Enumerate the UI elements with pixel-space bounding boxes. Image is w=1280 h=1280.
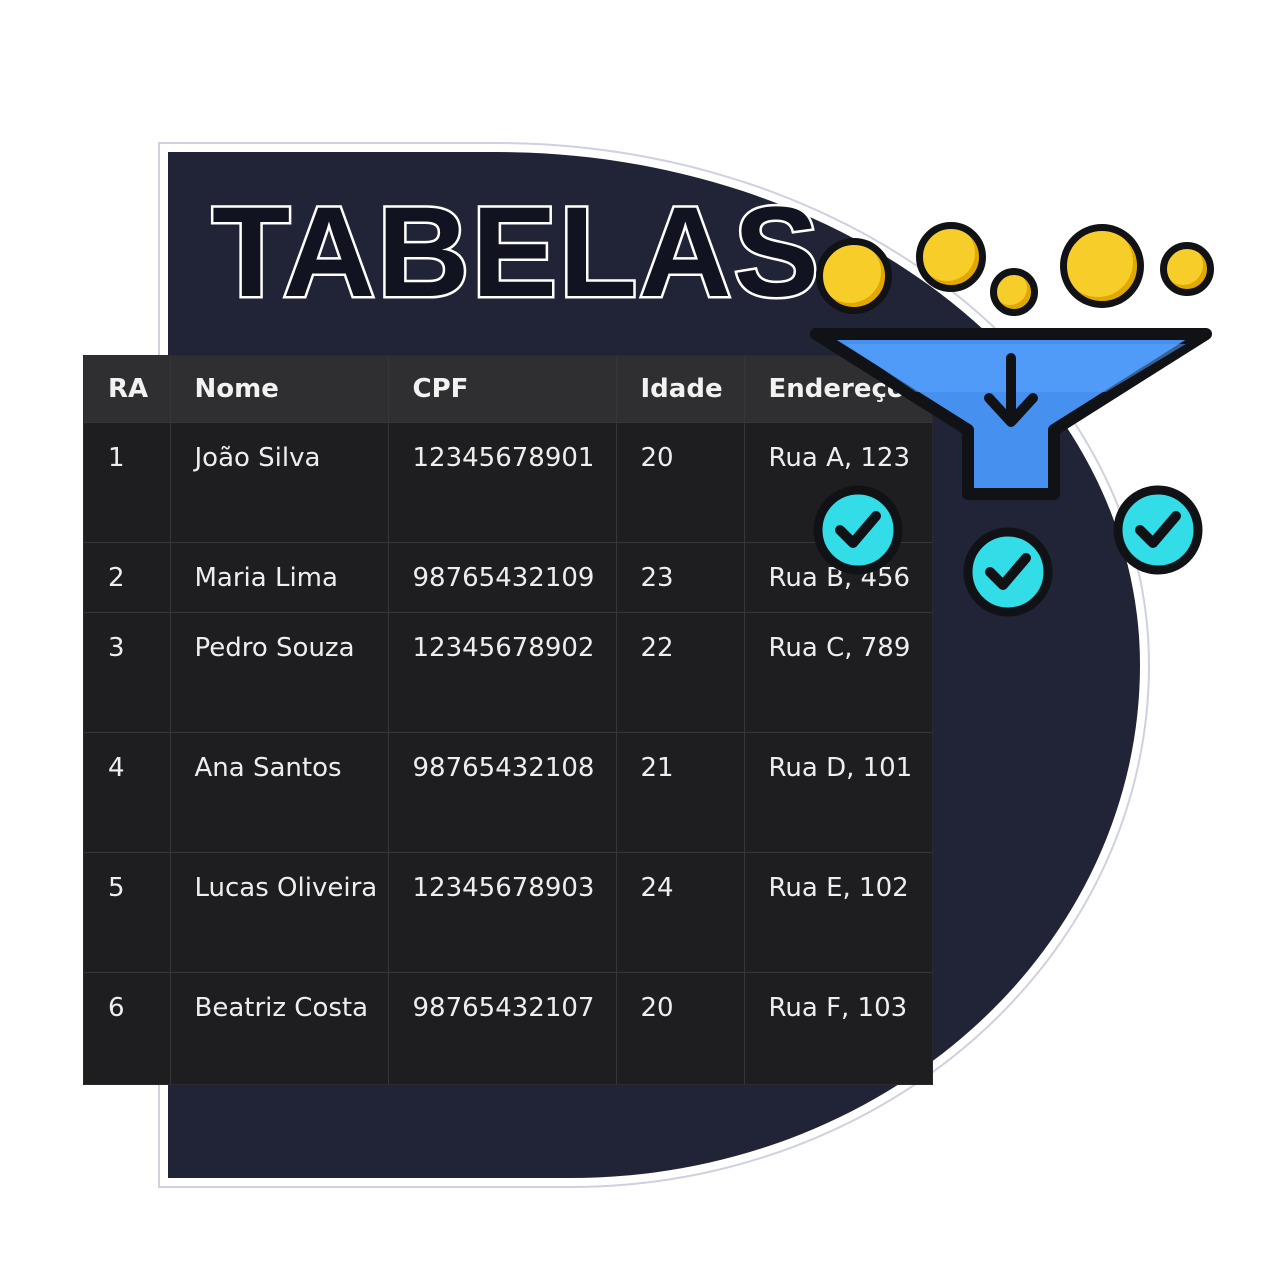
column-header-ra[interactable]: RA (84, 356, 171, 423)
cell-cpf: 98765432107 (388, 972, 617, 1084)
table-row[interactable]: 6 Beatriz Costa 98765432107 20 Rua F, 10… (84, 972, 932, 1084)
cell-ra: 1 (84, 422, 171, 543)
cell-ra: 3 (84, 612, 171, 733)
table-row[interactable]: 3 Pedro Souza 12345678902 22 Rua C, 789 (84, 612, 932, 733)
cell-idade: 20 (616, 422, 745, 543)
check-circle-icon (1113, 485, 1203, 575)
cell-endereco: Rua E, 102 (744, 852, 932, 973)
cell-cpf: 98765432109 (388, 542, 617, 613)
data-table-container: RA Nome CPF Idade Endereço 1 João Silva … (84, 356, 932, 1084)
cell-nome: João Silva (170, 422, 389, 543)
cell-endereco: Rua F, 103 (744, 972, 932, 1084)
cell-ra: 5 (84, 852, 171, 973)
coin-icon (1160, 242, 1214, 296)
table-header-row: RA Nome CPF Idade Endereço (84, 356, 932, 423)
cell-cpf: 12345678903 (388, 852, 617, 973)
cell-endereco: Rua C, 789 (744, 612, 932, 733)
cell-nome: Ana Santos (170, 732, 389, 853)
cell-idade: 22 (616, 612, 745, 733)
coin-icon (990, 268, 1038, 316)
cell-nome: Lucas Oliveira (170, 852, 389, 973)
cell-endereco: Rua D, 101 (744, 732, 932, 853)
cell-cpf: 12345678901 (388, 422, 617, 543)
cell-idade: 24 (616, 852, 745, 973)
funnel-icon (810, 328, 1212, 500)
table-row[interactable]: 5 Lucas Oliveira 12345678903 24 Rua E, 1… (84, 852, 932, 973)
coin-icon (916, 222, 986, 292)
data-table: RA Nome CPF Idade Endereço 1 João Silva … (84, 356, 932, 1084)
coin-icon (816, 238, 892, 314)
table-row[interactable]: 4 Ana Santos 98765432108 21 Rua D, 101 (84, 732, 932, 853)
cell-ra: 6 (84, 972, 171, 1084)
cell-nome: Maria Lima (170, 542, 389, 613)
cell-ra: 4 (84, 732, 171, 853)
cell-cpf: 12345678902 (388, 612, 617, 733)
page-title: TABELAS (210, 179, 822, 327)
coin-icon (1060, 224, 1144, 308)
cell-idade: 23 (616, 542, 745, 613)
cell-ra: 2 (84, 542, 171, 613)
check-circle-icon (963, 527, 1053, 617)
table-row[interactable]: 2 Maria Lima 98765432109 23 Rua B, 456 (84, 542, 932, 613)
column-header-nome[interactable]: Nome (170, 356, 389, 423)
column-header-idade[interactable]: Idade (616, 356, 745, 423)
cell-nome: Beatriz Costa (170, 972, 389, 1084)
cell-idade: 20 (616, 972, 745, 1084)
check-circle-icon (813, 485, 903, 575)
table-row[interactable]: 1 João Silva 12345678901 20 Rua A, 123 (84, 422, 932, 543)
cell-idade: 21 (616, 732, 745, 853)
cell-cpf: 98765432108 (388, 732, 617, 853)
cell-nome: Pedro Souza (170, 612, 389, 733)
column-header-cpf[interactable]: CPF (388, 356, 617, 423)
